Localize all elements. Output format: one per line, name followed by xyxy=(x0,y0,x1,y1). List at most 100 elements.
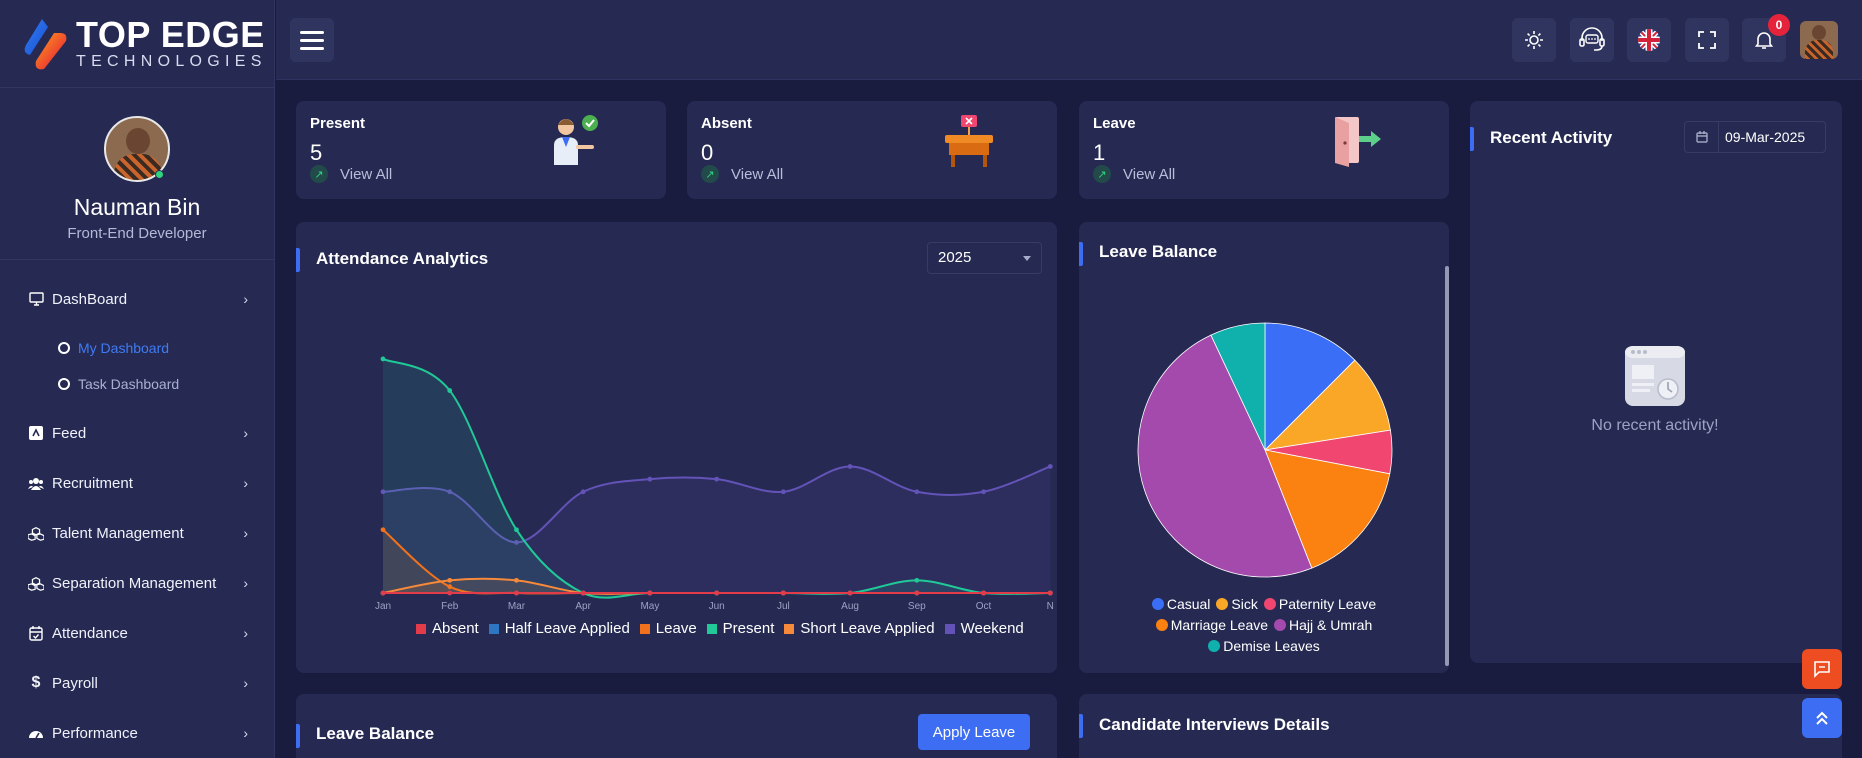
pie-legend-item[interactable]: Casual xyxy=(1151,594,1210,614)
data-point[interactable] xyxy=(1047,590,1053,596)
chevron-right-icon: › xyxy=(243,291,248,307)
sidebar-item-attendance[interactable]: Attendance › xyxy=(0,608,274,658)
scroll-to-top-button[interactable] xyxy=(1802,698,1842,738)
menu-toggle-button[interactable] xyxy=(290,18,334,62)
legend-swatch xyxy=(944,623,955,634)
data-point[interactable] xyxy=(580,489,586,495)
data-point[interactable] xyxy=(380,527,386,533)
sidebar-item-feed[interactable]: Feed › xyxy=(0,408,274,458)
legend-label: Paternity Leave xyxy=(1278,596,1377,612)
theme-toggle-button[interactable] xyxy=(1512,18,1556,62)
legend-item[interactable]: Weekend xyxy=(944,620,1024,637)
data-point[interactable] xyxy=(914,590,920,596)
data-point[interactable] xyxy=(780,489,786,495)
data-point[interactable] xyxy=(514,590,519,596)
data-point[interactable] xyxy=(714,590,720,596)
legend-item[interactable]: Short Leave Applied xyxy=(784,620,935,637)
view-all-link[interactable]: ↗ View All xyxy=(701,165,783,183)
online-status-dot xyxy=(155,170,164,179)
data-point[interactable] xyxy=(981,590,986,596)
sidebar-item-talent-management[interactable]: Talent Management › xyxy=(0,508,274,558)
data-point[interactable] xyxy=(647,476,653,482)
x-tick-label: Jan xyxy=(375,601,391,612)
brand-title: TOP EDGE xyxy=(76,14,265,55)
sidebar-item-label: Attendance xyxy=(52,624,128,642)
pie-legend-item[interactable]: Paternity Leave xyxy=(1263,594,1377,614)
data-point[interactable] xyxy=(514,577,519,583)
data-point[interactable] xyxy=(580,590,586,596)
x-tick-label: Feb xyxy=(441,601,459,612)
sidebar-subitem-my-dashboard[interactable]: My Dashboard xyxy=(0,330,274,366)
data-point[interactable] xyxy=(514,527,519,533)
data-point[interactable] xyxy=(447,388,453,393)
data-point[interactable] xyxy=(447,590,453,596)
pie-legend-item[interactable]: Sick xyxy=(1216,594,1258,614)
data-point[interactable] xyxy=(714,476,720,482)
data-point[interactable] xyxy=(780,590,786,596)
double-chevron-up-icon xyxy=(1816,711,1828,725)
view-all-label: View All xyxy=(340,165,393,183)
sidebar-item-label: Payroll xyxy=(52,674,98,692)
data-point[interactable] xyxy=(914,577,920,583)
legend-item[interactable]: Leave xyxy=(639,620,697,637)
view-all-label: View All xyxy=(1123,165,1176,183)
circle-icon xyxy=(58,342,70,354)
attendance-analytics-card: Attendance Analytics 2025 Jan Feb Mar Apr Ma… xyxy=(296,222,1057,673)
data-point[interactable] xyxy=(847,590,853,596)
fullscreen-icon xyxy=(1698,31,1716,49)
data-point[interactable] xyxy=(1047,464,1053,469)
pie-legend-item[interactable]: Demise Leaves xyxy=(1208,636,1320,656)
activity-date-picker[interactable]: 09-Mar-2025 xyxy=(1684,121,1826,153)
leave-balance-table-card: Leave Balance Apply Leave xyxy=(296,694,1057,758)
chevron-right-icon: › xyxy=(243,625,248,641)
data-point[interactable] xyxy=(447,577,453,583)
sidebar-item-recruitment[interactable]: Recruitment › xyxy=(0,458,274,508)
legend-dot xyxy=(1216,598,1229,610)
sidebar-item-performance[interactable]: Performance › xyxy=(0,708,274,758)
data-point[interactable] xyxy=(380,590,386,596)
legend-item[interactable]: Half Leave Applied xyxy=(488,620,630,637)
chat-icon xyxy=(1814,661,1830,678)
pie-legend-item[interactable]: Marriage Leave xyxy=(1155,615,1268,635)
notifications-button[interactable]: 0 xyxy=(1742,14,1790,62)
data-point[interactable] xyxy=(981,489,986,495)
stat-card-absent: Absent 0 ↗ View All xyxy=(687,101,1057,199)
brand-logo[interactable]: TOP EDGE TECHNOLOGIES xyxy=(0,0,274,88)
legend-item[interactable]: Absent xyxy=(416,620,479,637)
stat-card-present: Present 5 ↗ View All xyxy=(296,101,666,199)
x-tick-label: Mar xyxy=(508,601,526,612)
dollar-icon: $ xyxy=(31,674,41,691)
sidebar-subitem-label: My Dashboard xyxy=(78,340,170,356)
legend-dot xyxy=(1155,619,1168,631)
sidebar-item-separation-management[interactable]: Separation Management › xyxy=(0,558,274,608)
scrollbar-thumb[interactable] xyxy=(1445,266,1449,666)
view-all-link[interactable]: ↗ View All xyxy=(1093,165,1175,183)
legend-label: Sick xyxy=(1231,596,1258,612)
apply-leave-button[interactable]: Apply Leave xyxy=(918,714,1030,750)
user-avatar-button[interactable] xyxy=(1800,21,1838,59)
language-button[interactable] xyxy=(1627,18,1671,62)
data-point[interactable] xyxy=(914,489,920,495)
support-button[interactable] xyxy=(1570,18,1614,62)
data-point[interactable] xyxy=(380,356,386,362)
x-tick-label: Oct xyxy=(976,601,992,612)
fullscreen-button[interactable] xyxy=(1685,18,1729,62)
sidebar-menu: DashBoard › My Dashboard Task Dashboard … xyxy=(0,260,274,758)
legend-item[interactable]: Present xyxy=(706,620,774,637)
sidebar-subitem-task-dashboard[interactable]: Task Dashboard xyxy=(0,366,274,402)
data-point[interactable] xyxy=(847,464,853,469)
view-all-label: View All xyxy=(731,165,784,183)
x-tick-label: Jul xyxy=(777,601,790,612)
view-all-link[interactable]: ↗ View All xyxy=(310,165,392,183)
chat-button[interactable] xyxy=(1802,649,1842,689)
data-point[interactable] xyxy=(647,590,653,596)
legend-label: Leave xyxy=(655,620,697,637)
legend-dot xyxy=(1151,598,1164,610)
legend-swatch xyxy=(488,623,499,634)
pie-legend-item[interactable]: Hajj & Umrah xyxy=(1274,615,1372,635)
sidebar-item-dashboard[interactable]: DashBoard › xyxy=(0,274,274,324)
sidebar-item-payroll[interactable]: $ Payroll › xyxy=(0,658,274,708)
hamburger-icon xyxy=(300,30,324,34)
recent-activity-card: Recent Activity 09-Mar-2025 No recent ac… xyxy=(1470,101,1842,663)
stat-label: Present xyxy=(310,115,366,132)
